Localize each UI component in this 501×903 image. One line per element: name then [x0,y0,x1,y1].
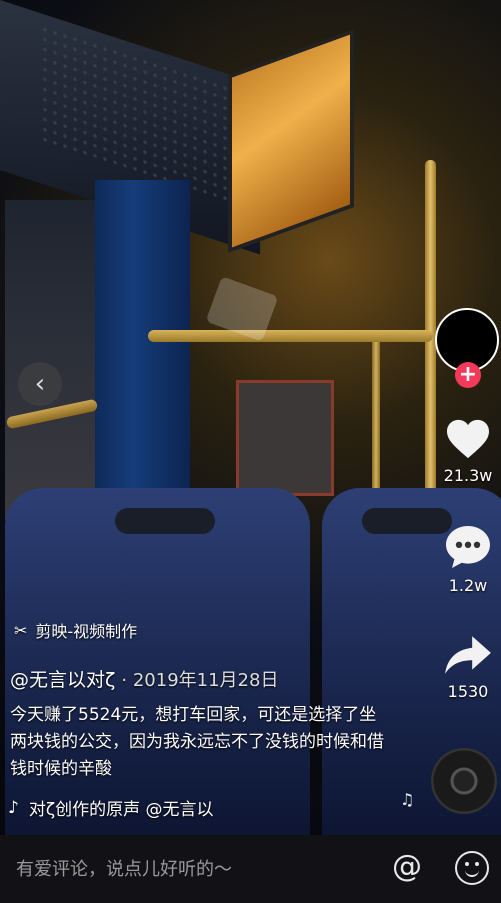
capcut-icon: ✂ [14,620,28,640]
handrail-horizontal [148,330,433,342]
post-caption: 今天赚了5524元，想打车回家，可还是选择了坐两块钱的公交，因为我永远忘不了没钱… [10,705,384,779]
curtain [95,180,190,540]
music-disc[interactable] [431,748,497,814]
post-author-line: @无言以对ζ · 2019年11月28日 [10,665,278,692]
comment-bubble-icon [446,526,490,568]
chevron-left-icon: ‹ [34,369,46,399]
share-button[interactable]: 1530 [432,634,501,701]
comment-bar: @ [0,835,501,903]
comment-button[interactable]: 1.2w [432,524,501,595]
like-count: 21.3w [443,466,493,485]
tiktok-note-icon: ♪ [8,797,19,818]
music-note-icon: ♫ [400,790,415,809]
heart-icon [447,419,489,459]
bus-display-screen [228,29,354,253]
editor-tag-label: 剪映-视频制作 [35,622,138,641]
music-title: 对ζ创作的原声 @无言以 [28,800,214,820]
share-arrow-icon [445,636,491,674]
music-marquee[interactable]: ♪ 对ζ创作的原声 @无言以 [8,795,278,821]
emoji-icon[interactable] [455,851,489,885]
share-count: 1530 [447,682,489,701]
author-name[interactable]: @无言以对ζ [10,669,115,691]
follow-button[interactable]: + [455,362,481,388]
bus-door [236,380,334,496]
back-button[interactable]: ‹ [18,362,62,406]
post-date: · 2019年11月28日 [121,670,279,691]
comment-input[interactable] [14,857,378,881]
editor-tag[interactable]: ✂ 剪映-视频制作 [14,618,137,642]
like-button[interactable]: 21.3w [432,418,501,485]
mention-button[interactable]: @ [392,849,422,884]
bus-window [5,200,95,520]
comment-count: 1.2w [448,576,488,595]
